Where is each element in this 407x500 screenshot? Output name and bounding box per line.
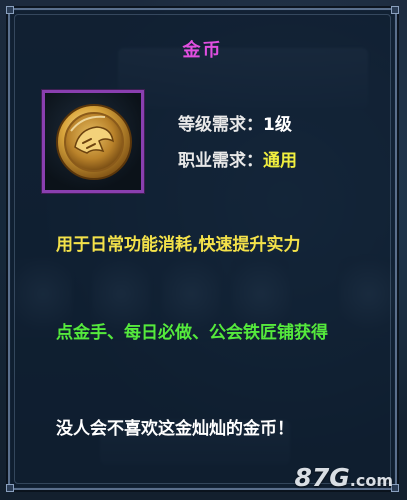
panel-corner xyxy=(391,6,399,14)
level-requirement: 等级需求：1级 xyxy=(178,110,292,135)
class-requirement-label: 职业需求： xyxy=(178,151,263,171)
item-source: 点金手、每日必做、公会铁匠铺获得 xyxy=(56,323,328,343)
item-tooltip-panel: 金币 等级需求：1级 职业需求：通用 用于日常功能消耗,快速提升实力 点金手、每… xyxy=(6,6,399,492)
item-flavor-text: 没人会不喜欢这金灿灿的金币！ xyxy=(56,419,294,439)
watermark-main: 87G xyxy=(294,463,350,492)
item-icon-frame xyxy=(42,90,144,193)
item-description: 用于日常功能消耗,快速提升实力 xyxy=(56,235,301,255)
gold-coin-icon xyxy=(56,104,132,180)
item-title: 金币 xyxy=(182,40,223,61)
class-requirement: 职业需求：通用 xyxy=(178,146,297,171)
game-screen: 金币 等级需求：1级 职业需求：通用 用于日常功能消耗,快速提升实力 点金手、每… xyxy=(0,0,407,500)
panel-corner xyxy=(6,6,14,14)
level-requirement-label: 等级需求： xyxy=(178,115,263,135)
site-watermark: 87G.com xyxy=(294,463,393,492)
watermark-suffix: .com xyxy=(349,471,393,490)
panel-corner xyxy=(6,484,14,492)
level-requirement-value: 1级 xyxy=(263,115,292,135)
class-requirement-value: 通用 xyxy=(263,151,297,171)
